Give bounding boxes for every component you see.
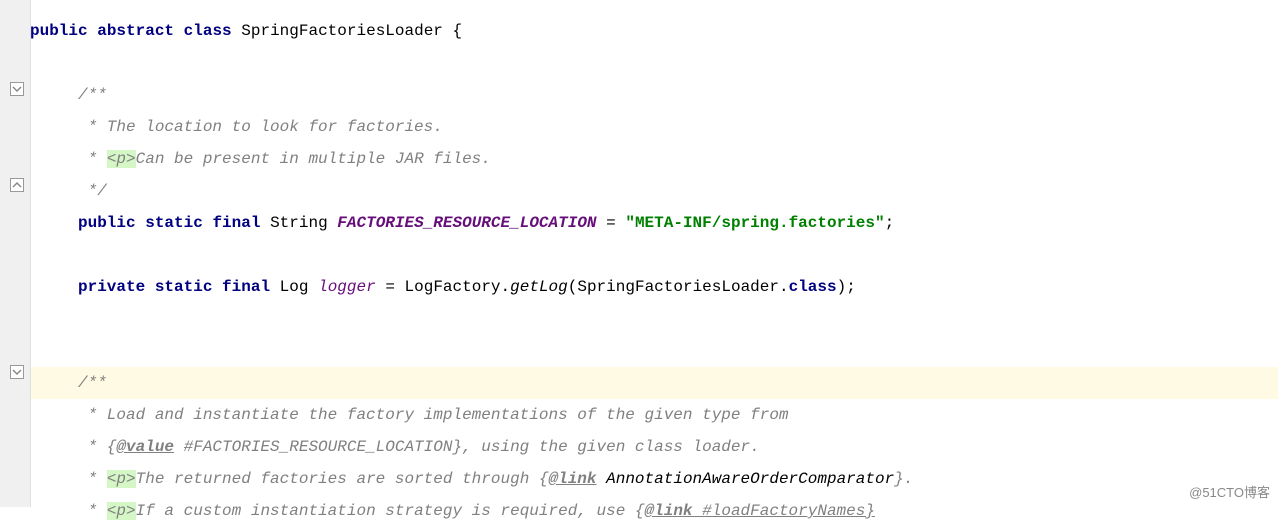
comment-line-highlighted: /** <box>30 367 1278 399</box>
keyword-final: final <box>212 214 260 232</box>
blank-line <box>30 47 1278 79</box>
fold-marker-icon[interactable] <box>10 178 24 192</box>
comment-line: * Load and instantiate the factory imple… <box>30 399 1278 431</box>
fold-marker-icon[interactable] <box>10 365 24 379</box>
javadoc-start: /** <box>78 374 107 392</box>
html-tag-p: <p> <box>107 150 136 168</box>
keyword-static: static <box>145 214 203 232</box>
equals: = <box>385 278 404 296</box>
comment-line: * <p>The returned factories are sorted t… <box>30 463 1278 495</box>
keyword-class: class <box>184 22 232 40</box>
editor-gutter <box>0 0 31 507</box>
close: ); <box>837 278 856 296</box>
comment-line: * <p>If a custom instantiation strategy … <box>30 495 1278 527</box>
keyword-final: final <box>222 278 270 296</box>
class-name: SpringFactoriesLoader <box>241 22 443 40</box>
type: Log <box>280 278 309 296</box>
javadoc-end: */ <box>78 182 107 200</box>
brace: { <box>443 22 462 40</box>
html-tag-p: <p> <box>107 470 136 488</box>
html-tag-p: <p> <box>107 502 136 520</box>
field-name: logger <box>318 278 376 296</box>
type: String <box>270 214 328 232</box>
constant-name: FACTORIES_RESOURCE_LOCATION <box>337 214 596 232</box>
watermark-text: @51CTO博客 <box>1189 482 1270 501</box>
javadoc-tag-link: @link <box>645 502 693 520</box>
keyword-class: class <box>789 278 837 296</box>
space <box>597 470 607 488</box>
javadoc-text: * { <box>78 438 116 456</box>
javadoc-text: * <box>78 470 107 488</box>
keyword-private: private <box>78 278 145 296</box>
javadoc-tag-link: @link <box>549 470 597 488</box>
javadoc-tag-value: @value <box>116 438 174 456</box>
comment-line: /** <box>30 79 1278 111</box>
code-line: private static final Log logger = LogFac… <box>30 271 1278 303</box>
code-editor-content[interactable]: public abstract class SpringFactoriesLoa… <box>30 0 1278 527</box>
keyword-abstract: abstract <box>97 22 174 40</box>
comment-line: * <p>Can be present in multiple JAR file… <box>30 143 1278 175</box>
args: (SpringFactoriesLoader. <box>568 278 789 296</box>
semicolon: ; <box>885 214 895 232</box>
code-line: public static final String FACTORIES_RES… <box>30 207 1278 239</box>
javadoc-text: #FACTORIES_RESOURCE_LOCATION}, using the… <box>174 438 760 456</box>
javadoc-text: }. <box>894 470 913 488</box>
comment-line: * {@value #FACTORIES_RESOURCE_LOCATION},… <box>30 431 1278 463</box>
blank-line <box>30 239 1278 271</box>
javadoc-text: Can be present in multiple JAR files. <box>136 150 491 168</box>
javadoc-text: The returned factories are sorted throug… <box>136 470 549 488</box>
javadoc-text: #loadFactoryNames} <box>693 502 875 520</box>
class-ref: LogFactory. <box>405 278 511 296</box>
javadoc-text: If a custom instantiation strategy is re… <box>136 502 645 520</box>
keyword-public: public <box>78 214 136 232</box>
keyword-static: static <box>155 278 213 296</box>
method-call: getLog <box>510 278 568 296</box>
code-line: public abstract class SpringFactoriesLoa… <box>30 15 1278 47</box>
javadoc-text: * The location to look for factories. <box>78 118 443 136</box>
javadoc-text: * <box>78 150 107 168</box>
blank-line <box>30 335 1278 367</box>
string-literal: "META-INF/spring.factories" <box>625 214 884 232</box>
javadoc-start: /** <box>78 86 107 104</box>
equals: = <box>606 214 625 232</box>
blank-line <box>30 303 1278 335</box>
fold-marker-icon[interactable] <box>10 82 24 96</box>
comment-line: * The location to look for factories. <box>30 111 1278 143</box>
linked-class: AnnotationAwareOrderComparator <box>606 470 894 488</box>
javadoc-text: * Load and instantiate the factory imple… <box>78 406 789 424</box>
comment-line: */ <box>30 175 1278 207</box>
javadoc-text: * <box>78 502 107 520</box>
keyword-public: public <box>30 22 88 40</box>
